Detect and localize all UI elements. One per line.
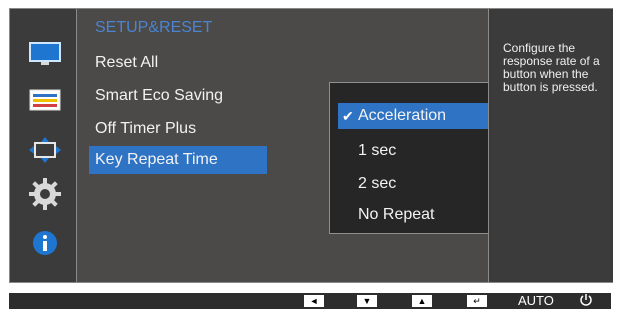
sidebar-item-information[interactable] <box>28 228 62 258</box>
down-button[interactable]: ▼ <box>357 295 377 307</box>
position-arrows-icon <box>29 137 61 163</box>
up-button[interactable]: ▲ <box>412 295 432 307</box>
power-button[interactable] <box>579 293 593 311</box>
sidebar-item-picture[interactable] <box>28 39 62 69</box>
option-label: Acceleration <box>358 107 447 124</box>
button-guide-bar: ◄ ▼ ▲ ↵ AUTO <box>9 293 611 309</box>
option-label: No Repeat <box>358 206 435 223</box>
power-icon <box>580 294 592 306</box>
left-button[interactable]: ◄ <box>304 295 324 307</box>
gear-icon <box>29 178 61 210</box>
menu-item-reset-all[interactable]: Reset All <box>95 49 158 77</box>
help-text: Configure the response rate of a button … <box>503 41 600 94</box>
sidebar-item-position[interactable] <box>28 135 62 165</box>
main-menu-panel: SETUP&RESET Reset All Smart Eco Saving O… <box>77 9 541 282</box>
help-panel: Configure the response rate of a button … <box>488 9 613 282</box>
enter-button[interactable]: ↵ <box>467 295 487 307</box>
sidebar-item-setup[interactable] <box>28 178 62 210</box>
menu-item-smart-eco-saving[interactable]: Smart Eco Saving <box>95 82 223 110</box>
sidebar-item-onscreen[interactable] <box>28 85 62 115</box>
auto-button[interactable]: AUTO <box>518 293 554 309</box>
monitor-icon <box>29 42 61 65</box>
osd-window: SETUP&RESET Reset All Smart Eco Saving O… <box>9 8 613 283</box>
checkmark-icon: ✔ <box>342 108 354 124</box>
menu-title: SETUP&RESET <box>95 19 213 36</box>
option-label: 2 sec <box>358 175 397 192</box>
sidebar <box>10 9 77 282</box>
info-icon <box>33 231 57 255</box>
menu-item-key-repeat-time[interactable]: Key Repeat Time <box>89 146 267 174</box>
menu-item-off-timer-plus[interactable]: Off Timer Plus <box>95 115 196 143</box>
picture-layout-icon <box>29 89 61 111</box>
option-label: 1 sec <box>358 142 397 159</box>
